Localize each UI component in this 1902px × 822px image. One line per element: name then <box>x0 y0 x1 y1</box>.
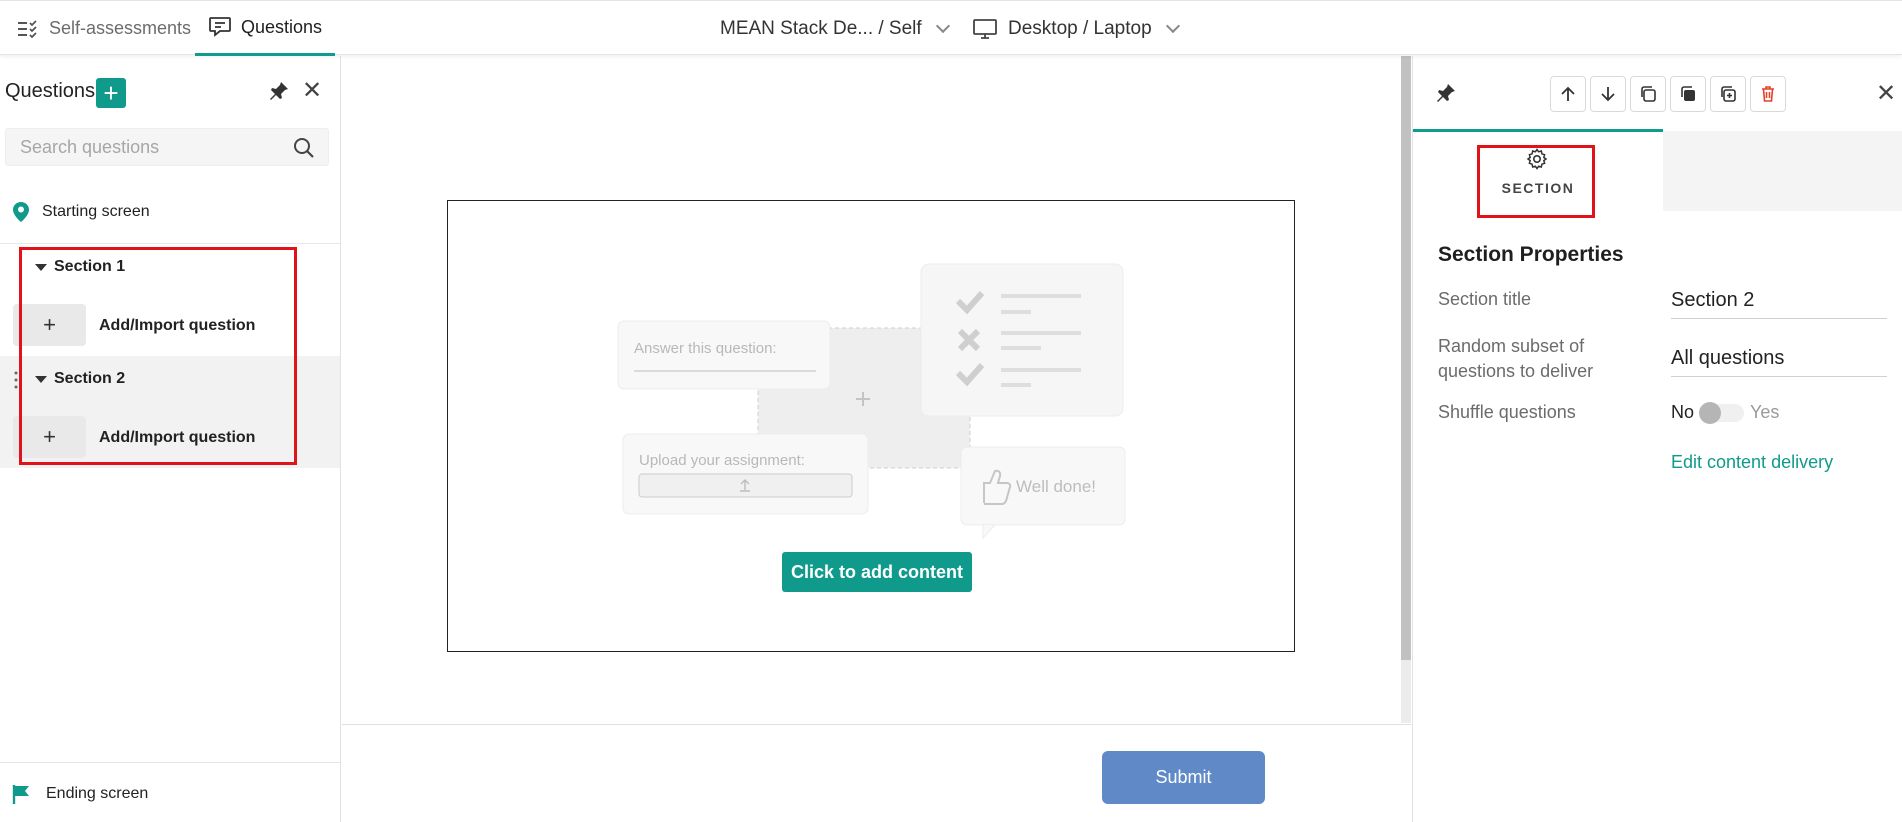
chevron-down-icon <box>1165 18 1180 33</box>
scrollbar-thumb[interactable] <box>1401 56 1411 660</box>
section-label: Section 2 <box>54 370 126 387</box>
preview-canvas-area: Answer this question: Upload your assign… <box>342 56 1411 822</box>
caret-down-icon[interactable] <box>35 264 47 271</box>
random-subset-select[interactable]: All questions <box>1671 347 1887 377</box>
pin-icon[interactable] <box>268 80 290 102</box>
chevron-down-icon <box>935 18 950 33</box>
close-icon[interactable]: ✕ <box>302 79 322 103</box>
search-icon[interactable] <box>292 136 316 160</box>
section-label: Section 1 <box>54 258 126 275</box>
divider <box>0 762 340 763</box>
properties-panel: ✕ SECTION Section Properties Section tit… <box>1412 56 1902 822</box>
toggle-knob <box>1699 401 1722 424</box>
upload-label-text: Upload your assignment: <box>639 452 805 469</box>
tab-self-assessments-label: Self-assessments <box>49 18 192 38</box>
add-question-plus-button[interactable]: + <box>13 416 86 458</box>
assessment-selector-label: MEAN Stack De... / Self <box>720 17 922 39</box>
monitor-icon <box>973 18 997 39</box>
section-properties-heading: Section Properties <box>1438 243 1624 266</box>
content-canvas[interactable]: Answer this question: Upload your assign… <box>447 200 1295 652</box>
add-copy-button[interactable] <box>1710 76 1746 112</box>
section-title-label: Section title <box>1438 289 1532 309</box>
add-import-question-row[interactable]: + Add/Import question <box>0 296 340 352</box>
section-title-field[interactable]: Section 2 <box>1671 289 1887 319</box>
question-bubble-icon <box>209 17 231 37</box>
starting-screen-label: Starting screen <box>42 203 150 220</box>
questions-panel-title: Questions <box>5 80 96 102</box>
shuffle-toggle-group: No Yes <box>1671 401 1780 424</box>
ending-screen-item[interactable]: Ending screen <box>12 784 148 804</box>
add-import-question-label: Add/Import question <box>99 317 256 334</box>
flag-icon <box>12 785 29 804</box>
duplicate-button[interactable] <box>1670 76 1706 112</box>
answer-placeholder-text: Answer this question: <box>634 340 777 357</box>
move-down-button[interactable] <box>1590 76 1626 112</box>
tab-questions-label: Questions <box>240 16 323 37</box>
location-pin-icon <box>13 202 29 222</box>
random-subset-label: Random subset of questions to deliver <box>1438 336 1594 381</box>
shuffle-yes-label: Yes <box>1750 402 1780 422</box>
close-icon[interactable]: ✕ <box>1876 82 1896 106</box>
divider <box>0 243 340 244</box>
copy-button[interactable] <box>1630 76 1666 112</box>
device-selector[interactable]: Desktop / Laptop <box>972 1 1180 56</box>
gear-icon[interactable] <box>1525 147 1549 171</box>
submit-button[interactable]: Submit <box>1102 751 1265 804</box>
duplicate-icon <box>1681 86 1695 101</box>
shuffle-no-label: No <box>1671 402 1695 422</box>
add-question-plus-button[interactable]: + <box>13 304 86 346</box>
ending-screen-label: Ending screen <box>46 785 149 802</box>
pin-icon[interactable] <box>1435 82 1457 104</box>
section-row[interactable]: Section 2 <box>0 357 340 403</box>
tab-self-assessments[interactable]: Self-assessments <box>16 1 191 56</box>
search-input[interactable] <box>5 128 329 166</box>
list-check-icon <box>18 19 37 38</box>
arrow-up-icon <box>1561 86 1575 101</box>
section-tab-indicator <box>1413 129 1663 132</box>
copy-icon <box>1641 86 1656 102</box>
drag-handle-icon[interactable] <box>13 370 23 390</box>
add-import-question-row[interactable]: + Add/Import question <box>0 408 340 464</box>
tab-inactive[interactable] <box>1663 131 1902 211</box>
arrow-down-icon <box>1601 87 1615 102</box>
add-import-question-label: Add/Import question <box>99 429 256 446</box>
move-up-button[interactable] <box>1550 76 1586 112</box>
device-selector-label: Desktop / Laptop <box>1008 17 1152 39</box>
starting-screen-item[interactable]: Starting screen <box>12 201 150 223</box>
delete-button[interactable] <box>1750 76 1786 112</box>
shuffle-questions-label: Shuffle questions <box>1438 402 1576 422</box>
edit-content-delivery-link[interactable]: Edit content delivery <box>1671 452 1833 473</box>
section-row[interactable]: Section 1 <box>0 245 340 291</box>
assessment-selector[interactable]: MEAN Stack De... / Self <box>720 1 950 56</box>
well-done-text: Well done! <box>1016 477 1096 496</box>
questions-panel: Questions + ✕ Starting screen Section 1 … <box>0 56 341 822</box>
add-question-button[interactable]: + <box>96 78 126 108</box>
add-copy-icon <box>1721 86 1736 102</box>
top-bar: Self-assessments Questions MEAN Stack De… <box>0 0 1902 56</box>
divider <box>342 724 1411 725</box>
caret-down-icon[interactable] <box>35 376 47 383</box>
click-to-add-content-button[interactable]: Click to add content <box>782 552 972 592</box>
tab-questions[interactable]: Questions <box>195 1 335 56</box>
trash-icon <box>1762 86 1774 102</box>
tab-section-label[interactable]: SECTION <box>1413 180 1663 196</box>
shuffle-toggle[interactable] <box>1699 401 1745 424</box>
